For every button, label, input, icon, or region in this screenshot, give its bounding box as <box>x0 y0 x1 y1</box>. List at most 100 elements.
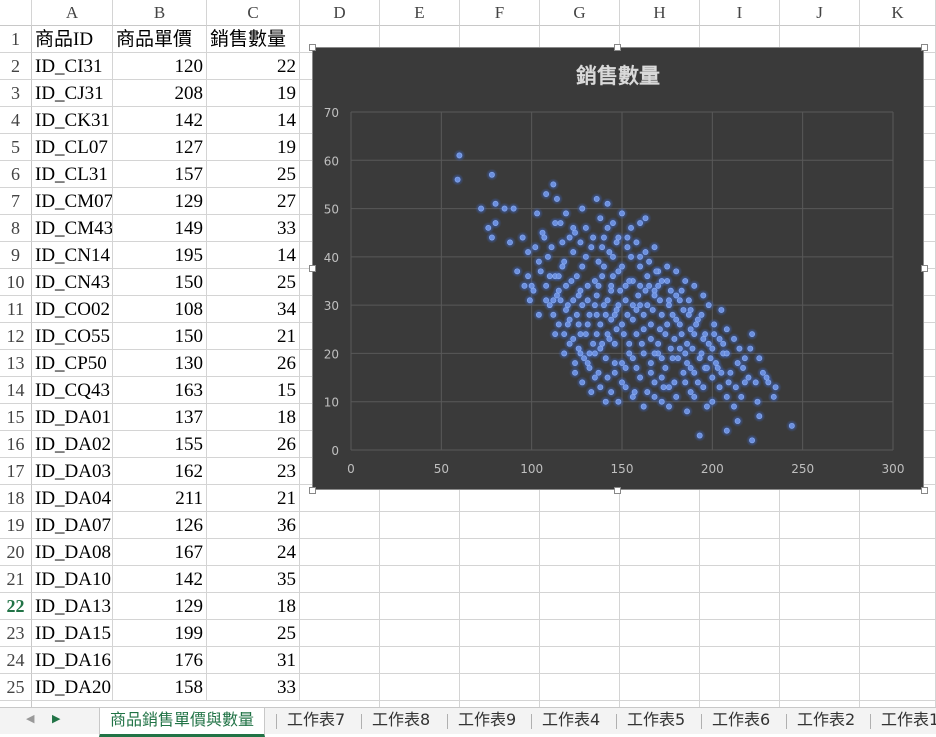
cell-b19[interactable]: 126 <box>113 512 207 539</box>
cell-a12[interactable]: ID_CO55 <box>32 323 113 350</box>
chart-resize-handle[interactable] <box>614 487 621 494</box>
cell-a6[interactable]: ID_CL31 <box>32 161 113 188</box>
cell-a19[interactable]: ID_DA07 <box>32 512 113 539</box>
cell-c16[interactable]: 26 <box>207 431 300 458</box>
row-header[interactable]: 22 <box>0 593 32 620</box>
cell-c12[interactable]: 21 <box>207 323 300 350</box>
cell-a4[interactable]: ID_CK31 <box>32 107 113 134</box>
cell-b18[interactable]: 211 <box>113 485 207 512</box>
cell-c5[interactable]: 19 <box>207 134 300 161</box>
row-header[interactable]: 13 <box>0 350 32 377</box>
cell-a20[interactable]: ID_DA08 <box>32 539 113 566</box>
row-header[interactable]: 21 <box>0 566 32 593</box>
cell-a25[interactable]: ID_DA20 <box>32 674 113 701</box>
row-header[interactable]: 19 <box>0 512 32 539</box>
cell-c13[interactable]: 26 <box>207 350 300 377</box>
cell-a18[interactable]: ID_DA04 <box>32 485 113 512</box>
cell-c3[interactable]: 19 <box>207 80 300 107</box>
column-header-i[interactable]: I <box>700 0 780 26</box>
sheet-tab[interactable]: 工作表9 <box>448 708 526 734</box>
sheet-tab[interactable]: 工作表7 <box>277 708 355 734</box>
cell-a5[interactable]: ID_CL07 <box>32 134 113 161</box>
spreadsheet-grid[interactable]: ABCDEFGHIJK 1 商品ID 商品單價 銷售數量 2 ID_CI31 120 22 3 I… <box>0 0 936 707</box>
chart-resize-handle[interactable] <box>921 44 928 51</box>
row-header[interactable]: 6 <box>0 161 32 188</box>
column-header-d[interactable]: D <box>300 0 380 26</box>
cell-a24[interactable]: ID_DA16 <box>32 647 113 674</box>
cell-b17[interactable]: 162 <box>113 458 207 485</box>
cell-b1[interactable]: 商品單價 <box>113 26 207 53</box>
row-header[interactable]: 15 <box>0 404 32 431</box>
cell-c4[interactable]: 14 <box>207 107 300 134</box>
cell-b4[interactable]: 142 <box>113 107 207 134</box>
column-header-k[interactable]: K <box>860 0 936 26</box>
cell-b15[interactable]: 137 <box>113 404 207 431</box>
cell-b6[interactable]: 157 <box>113 161 207 188</box>
cell-b16[interactable]: 155 <box>113 431 207 458</box>
cell-b3[interactable]: 208 <box>113 80 207 107</box>
cell-b22[interactable]: 129 <box>113 593 207 620</box>
row-header[interactable]: 2 <box>0 53 32 80</box>
sheet-tab[interactable]: 工作表6 <box>702 708 780 734</box>
row-header[interactable]: 23 <box>0 620 32 647</box>
corner-select-all[interactable] <box>0 0 32 26</box>
cell-b9[interactable]: 195 <box>113 242 207 269</box>
row-header[interactable]: 11 <box>0 296 32 323</box>
cell-a11[interactable]: ID_CO02 <box>32 296 113 323</box>
row-header[interactable]: 24 <box>0 647 32 674</box>
cell-b24[interactable]: 176 <box>113 647 207 674</box>
column-header-f[interactable]: F <box>460 0 540 26</box>
chart-resize-handle[interactable] <box>921 487 928 494</box>
row-header[interactable]: 4 <box>0 107 32 134</box>
cell-c1[interactable]: 銷售數量 <box>207 26 300 53</box>
row-header[interactable]: 10 <box>0 269 32 296</box>
cell-c20[interactable]: 24 <box>207 539 300 566</box>
chart-resize-handle[interactable] <box>309 487 316 494</box>
row-header[interactable]: 16 <box>0 431 32 458</box>
cell-c17[interactable]: 23 <box>207 458 300 485</box>
cell-c19[interactable]: 36 <box>207 512 300 539</box>
chart-resize-handle[interactable] <box>921 265 928 272</box>
column-header-h[interactable]: H <box>620 0 700 26</box>
row-header[interactable]: 20 <box>0 539 32 566</box>
row-header[interactable]: 12 <box>0 323 32 350</box>
cell-c2[interactable]: 22 <box>207 53 300 80</box>
cell-a3[interactable]: ID_CJ31 <box>32 80 113 107</box>
row-header[interactable]: 9 <box>0 242 32 269</box>
cell-c8[interactable]: 33 <box>207 215 300 242</box>
cell-a8[interactable]: ID_CM43 <box>32 215 113 242</box>
scatter-chart[interactable]: 銷售數量 0 10 20 30 40 50 60 70 0 50 100 150 200 250 300 <box>312 47 924 490</box>
column-header-a[interactable]: A <box>32 0 113 26</box>
cell-c6[interactable]: 25 <box>207 161 300 188</box>
cell-a10[interactable]: ID_CN43 <box>32 269 113 296</box>
cell-b2[interactable]: 120 <box>113 53 207 80</box>
cell-a16[interactable]: ID_DA02 <box>32 431 113 458</box>
row-header[interactable]: 18 <box>0 485 32 512</box>
cell-a17[interactable]: ID_DA03 <box>32 458 113 485</box>
cell-b14[interactable]: 163 <box>113 377 207 404</box>
cell-b10[interactable]: 150 <box>113 269 207 296</box>
cell-c9[interactable]: 14 <box>207 242 300 269</box>
cell-b23[interactable]: 199 <box>113 620 207 647</box>
column-header-g[interactable]: G <box>540 0 620 26</box>
row-header[interactable]: 1 <box>0 26 32 53</box>
cell-c15[interactable]: 18 <box>207 404 300 431</box>
cell-b11[interactable]: 108 <box>113 296 207 323</box>
row-header[interactable]: 3 <box>0 80 32 107</box>
column-header-j[interactable]: J <box>780 0 860 26</box>
cell-a15[interactable]: ID_DA01 <box>32 404 113 431</box>
prev-sheet-icon[interactable]: ◀ <box>26 712 34 725</box>
cell-b8[interactable]: 149 <box>113 215 207 242</box>
cell-c7[interactable]: 27 <box>207 188 300 215</box>
sheet-tab[interactable]: 商品銷售單價與數量 <box>99 708 266 737</box>
cell-b25[interactable]: 158 <box>113 674 207 701</box>
next-sheet-icon[interactable]: ▶ <box>52 712 60 725</box>
row-header[interactable]: 8 <box>0 215 32 242</box>
cell-c25[interactable]: 33 <box>207 674 300 701</box>
cell-b21[interactable]: 142 <box>113 566 207 593</box>
cell-c18[interactable]: 21 <box>207 485 300 512</box>
cell-b20[interactable]: 167 <box>113 539 207 566</box>
chart-resize-handle[interactable] <box>614 44 621 51</box>
row-header[interactable]: 17 <box>0 458 32 485</box>
chart-resize-handle[interactable] <box>309 265 316 272</box>
